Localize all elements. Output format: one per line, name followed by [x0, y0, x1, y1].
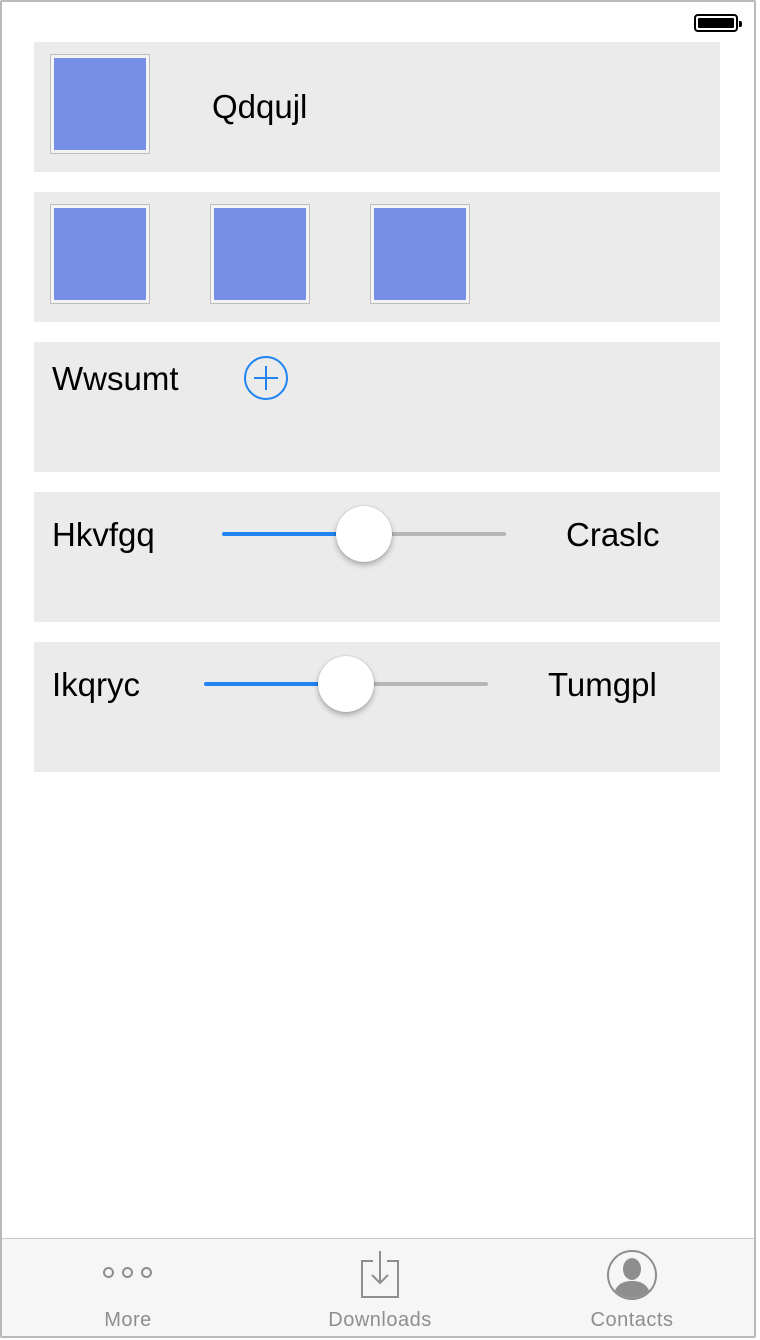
battery-level: [698, 18, 734, 28]
image-placeholder: [214, 208, 306, 300]
row-label: Wwsumt: [52, 360, 179, 397]
contacts-icon: [607, 1250, 657, 1300]
downloads-icon: [361, 1251, 399, 1298]
tab-label: Contacts: [590, 1309, 674, 1331]
image-tile[interactable]: [210, 204, 310, 304]
more-icon: [103, 1267, 153, 1279]
row-add: Wwsumt: [34, 342, 720, 472]
slider-min-label: Hkvfgq: [52, 516, 155, 553]
battery-tip: [739, 21, 742, 27]
image-tile[interactable]: [50, 54, 150, 154]
value-slider[interactable]: [222, 504, 506, 564]
row-slider: Hkvfgq Craslc: [34, 492, 720, 622]
image-placeholder: [54, 208, 146, 300]
tab-label: Downloads: [328, 1309, 432, 1331]
value-slider[interactable]: [204, 654, 488, 714]
slider-max-label: Craslc: [566, 516, 660, 553]
image-placeholder: [54, 58, 146, 150]
slider-thumb[interactable]: [336, 506, 392, 562]
app-screen: Qdqujl Wwsumt Hkvfgq Craslc Ikqryc Tumgp…: [0, 0, 756, 1338]
row-image-label: Qdqujl: [34, 42, 720, 172]
slider-max-label: Tumgpl: [548, 666, 657, 703]
tab-bar: More Downloads Contacts: [2, 1238, 754, 1336]
slider-thumb[interactable]: [318, 656, 374, 712]
row-slider: Ikqryc Tumgpl: [34, 642, 720, 772]
image-tile[interactable]: [370, 204, 470, 304]
row-label: Qdqujl: [212, 88, 308, 125]
add-button[interactable]: [244, 356, 288, 400]
slider-min-label: Ikqryc: [52, 666, 141, 703]
tab-downloads[interactable]: Downloads: [254, 1239, 506, 1336]
image-tile[interactable]: [50, 204, 150, 304]
image-placeholder: [374, 208, 466, 300]
tab-contacts[interactable]: Contacts: [506, 1239, 754, 1336]
tab-label: More: [104, 1309, 152, 1331]
tab-more[interactable]: More: [2, 1239, 254, 1336]
battery-icon: [694, 14, 742, 32]
row-image-gallery: [34, 192, 720, 322]
